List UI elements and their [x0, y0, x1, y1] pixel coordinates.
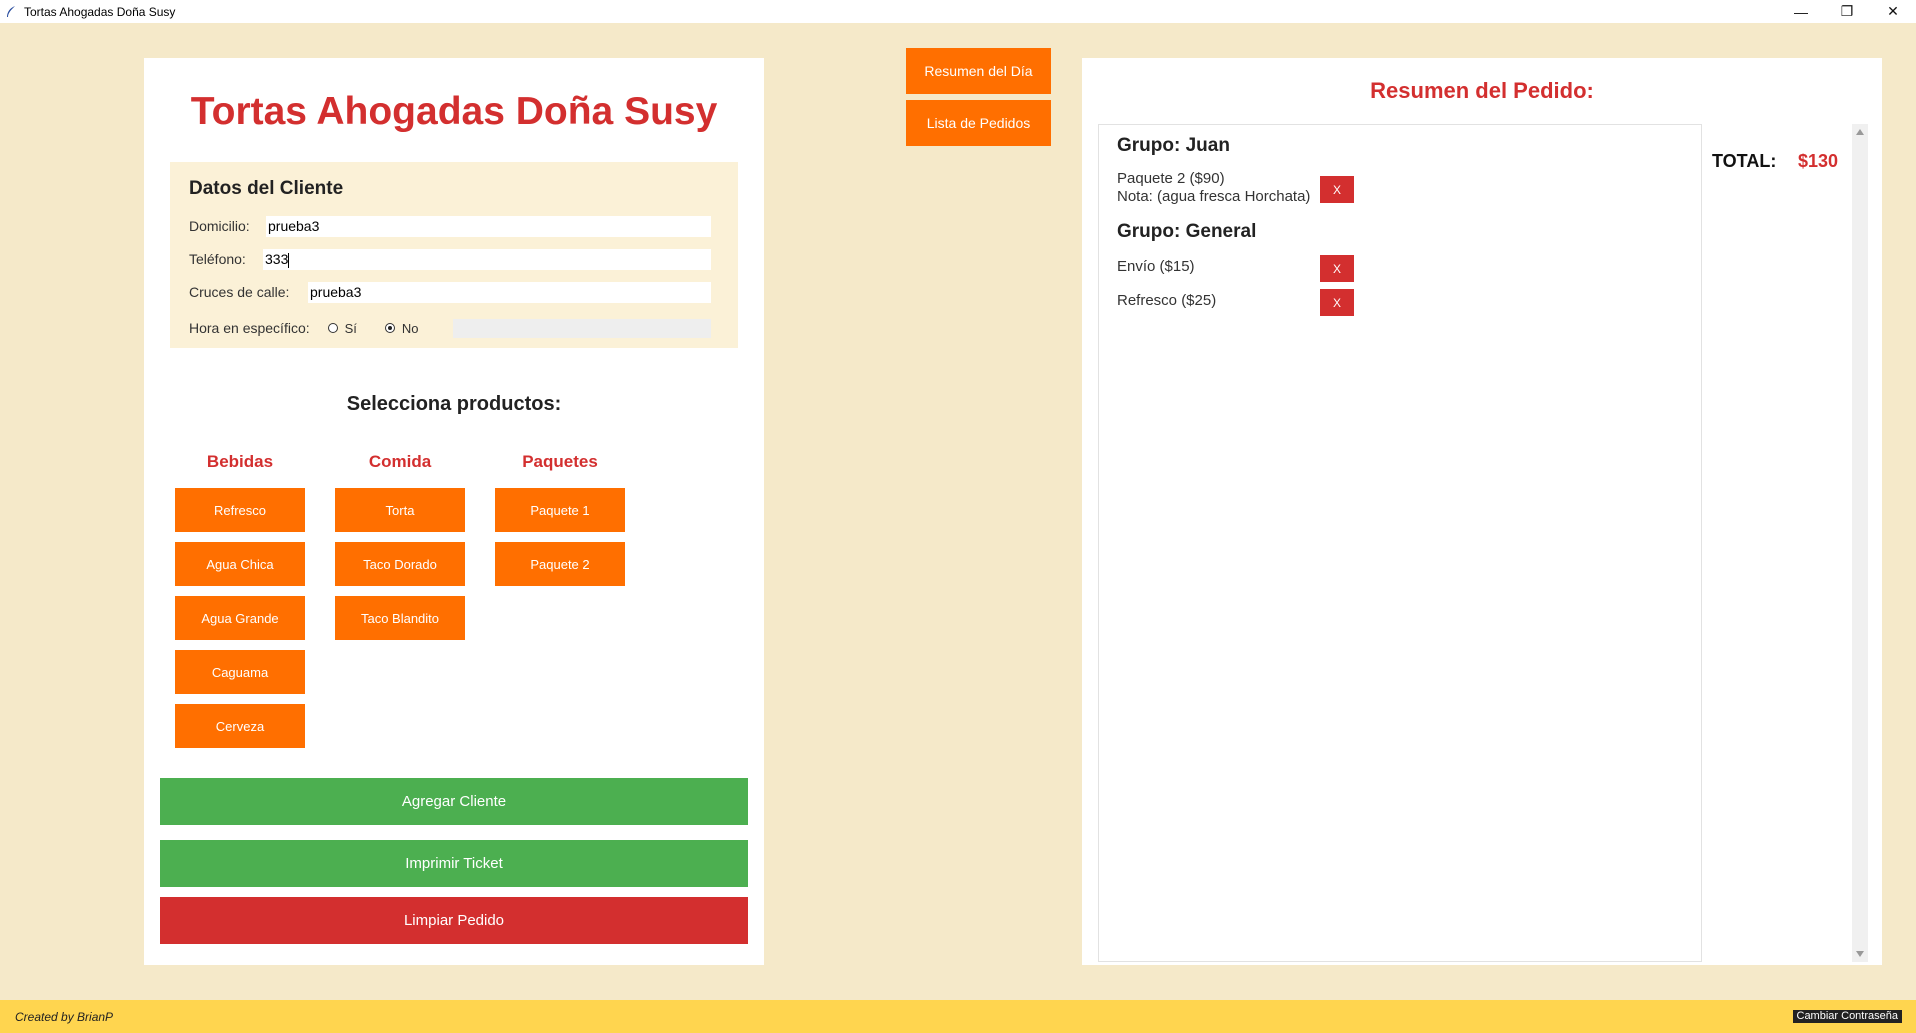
window-titlebar: Tortas Ahogadas Doña Susy — ❐ ✕	[0, 0, 1916, 23]
cliente-form: Datos del Cliente Domicilio: prueba3 Tel…	[170, 162, 738, 348]
feather-icon	[7, 5, 15, 17]
left-panel: Tortas Ahogadas Doña Susy Datos del Clie…	[144, 58, 764, 965]
lista-pedidos-button[interactable]: Lista de Pedidos	[906, 100, 1051, 146]
product-agua-chica-button[interactable]: Agua Chica	[175, 542, 305, 586]
remove-paquete-2-button[interactable]: X	[1320, 176, 1354, 203]
product-agua-grande-button[interactable]: Agua Grande	[175, 596, 305, 640]
remove-refresco-button[interactable]: X	[1320, 289, 1354, 316]
item-envio: Envío ($15)	[1117, 258, 1195, 275]
hora-no-radio[interactable]: No	[384, 320, 419, 336]
category-comida-title: Comida	[368, 452, 432, 471]
credit-text: Created by BrianP	[15, 1010, 114, 1024]
product-refresco-button[interactable]: Refresco	[175, 488, 305, 532]
scroll-up-icon[interactable]	[1856, 129, 1864, 135]
product-paquete-1-button[interactable]: Paquete 1	[495, 488, 625, 532]
group-general-title: Grupo: General	[1117, 221, 1257, 242]
radio-checked-icon	[384, 323, 395, 333]
window-controls: — ❐ ✕	[1778, 0, 1916, 23]
scroll-down-icon[interactable]	[1856, 951, 1864, 957]
telefono-label: Teléfono:	[189, 251, 246, 267]
list-item: Refresco ($25)	[1117, 292, 1216, 310]
resumen-dia-button[interactable]: Resumen del Día	[906, 48, 1051, 94]
hora-input[interactable]	[453, 319, 711, 338]
hora-label: Hora en específico:	[189, 320, 310, 336]
order-scrollbar[interactable]	[1852, 124, 1868, 962]
category-paquetes-title: Paquetes	[522, 452, 598, 471]
product-taco-dorado-button[interactable]: Taco Dorado	[335, 542, 465, 586]
footer-bar: Created by BrianP Cambiar Contraseña	[0, 1000, 1916, 1033]
resumen-title: Resumen del Pedido:	[1370, 78, 1594, 103]
cruces-row: Cruces de calle:	[189, 281, 289, 303]
product-torta-button[interactable]: Torta	[335, 488, 465, 532]
category-bebidas-title: Bebidas	[206, 452, 274, 471]
item-refresco: Refresco ($25)	[1117, 292, 1217, 309]
list-item: Envío ($15)	[1117, 258, 1195, 276]
list-item: Paquete 2 ($90) Nota: (agua fresca Horch…	[1117, 170, 1310, 206]
close-button[interactable]: ✕	[1870, 0, 1916, 23]
remove-envio-button[interactable]: X	[1320, 255, 1354, 282]
telefono-value: 333	[265, 251, 289, 267]
order-list: Grupo: Juan Paquete 2 ($90) Nota: (agua …	[1098, 124, 1702, 962]
hora-si-label: Sí	[344, 320, 357, 336]
cambiar-password-button[interactable]: Cambiar Contraseña	[1792, 1010, 1902, 1023]
restore-button[interactable]: ❐	[1824, 0, 1870, 23]
product-cerveza-button[interactable]: Cerveza	[175, 704, 305, 748]
telefono-input[interactable]: 333	[263, 249, 711, 270]
app-title: Tortas Ahogadas Doña Susy	[190, 90, 718, 133]
cruces-input[interactable]: prueba3	[308, 282, 711, 303]
domicilio-label: Domicilio:	[189, 218, 250, 234]
hora-si-radio[interactable]: Sí	[327, 320, 357, 336]
total-value: $130	[1798, 151, 1839, 171]
group-juan-title: Grupo: Juan	[1117, 135, 1230, 156]
agregar-cliente-button[interactable]: Agregar Cliente	[160, 778, 748, 825]
item-paquete-2: Paquete 2 ($90)	[1117, 170, 1225, 187]
productos-heading: Selecciona productos:	[346, 393, 562, 415]
item-paquete-2-note: Nota: (agua fresca Horchata)	[1117, 188, 1311, 205]
total-label: TOTAL:	[1712, 151, 1777, 171]
minimize-button[interactable]: —	[1778, 0, 1824, 23]
window-title: Tortas Ahogadas Doña Susy	[24, 4, 176, 19]
cruces-label: Cruces de calle:	[189, 284, 290, 300]
radio-unchecked-icon	[327, 323, 338, 333]
text-cursor	[288, 252, 290, 268]
hora-no-label: No	[401, 320, 419, 336]
domicilio-input[interactable]: prueba3	[266, 216, 711, 237]
resumen-panel: Resumen del Pedido: Grupo: Juan Paquete …	[1082, 58, 1882, 965]
hora-row: Hora en específico: Sí No	[189, 317, 419, 339]
product-taco-blandito-button[interactable]: Taco Blandito	[335, 596, 465, 640]
limpiar-pedido-button[interactable]: Limpiar Pedido	[160, 897, 748, 944]
imprimir-ticket-button[interactable]: Imprimir Ticket	[160, 840, 748, 887]
domicilio-row: Domicilio:	[189, 215, 250, 237]
product-paquete-2-button[interactable]: Paquete 2	[495, 542, 625, 586]
cliente-heading: Datos del Cliente	[189, 178, 344, 199]
telefono-row: Teléfono:	[189, 248, 246, 270]
product-caguama-button[interactable]: Caguama	[175, 650, 305, 694]
